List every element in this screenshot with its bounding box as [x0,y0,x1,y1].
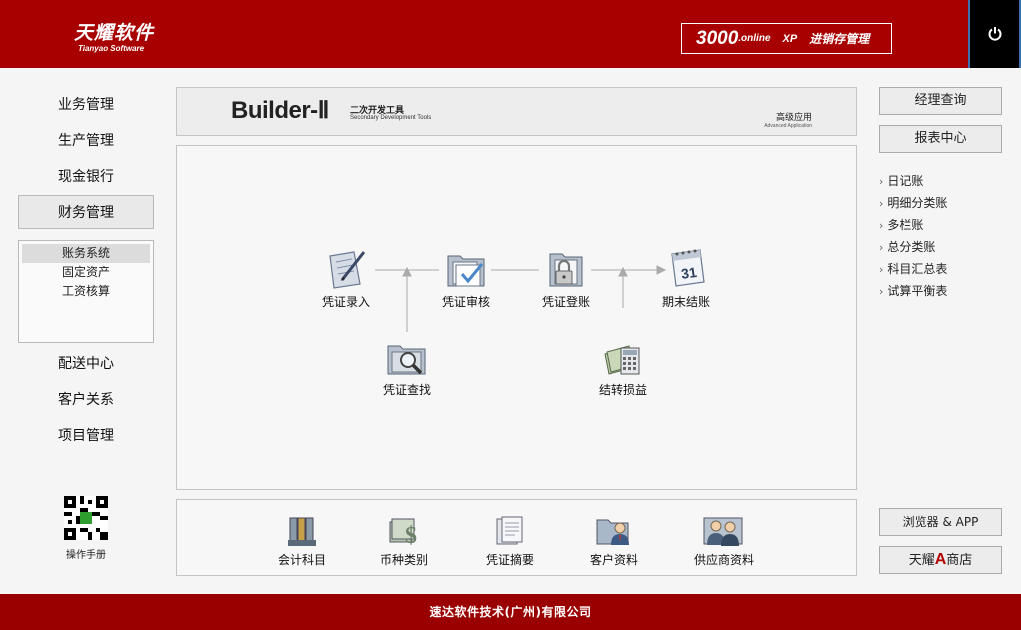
folder-search-icon [387,345,426,375]
nav-item-production[interactable]: 生产管理 [18,124,154,158]
calendar-day: 31 [680,264,698,282]
builder-banner[interactable]: Builder-Ⅱ 二次开发工具 Secondary Development T… [176,87,857,136]
power-button[interactable] [968,0,1021,68]
flow-label-voucher-search: 凭证查找 [382,383,431,397]
flow-connectors [375,265,667,332]
banner-advanced-en: Advanced Application [764,123,812,129]
sub-item-payroll[interactable]: 工资核算 [22,282,150,301]
flow-label-voucher-posting: 凭证登账 [541,295,590,309]
folder-lock-icon [549,253,583,287]
sub-item-fixed-assets[interactable]: 固定资产 [22,263,150,282]
calendar-icon: 31 [671,249,705,287]
customer-icon [596,519,629,545]
tool-label-account-subjects: 会计科目 [277,553,326,567]
chevron-right-icon: › [879,285,884,298]
product-online: .online [738,33,771,44]
power-icon [988,27,1001,41]
shop-suffix: 商店 [946,553,973,568]
folder-check-icon [447,255,485,287]
link-label: 多栏账 [887,218,924,232]
banner-en-subtitle: Secondary Development Tools [350,115,432,121]
link-general-ledger[interactable]: › 总分类账 [879,238,935,255]
logo-text: 天耀软件 [74,22,155,44]
link-label: 明细分类账 [887,196,948,210]
clipboard-pen-icon [329,251,366,289]
nav-item-project[interactable]: 项目管理 [18,419,154,453]
nav-item-business[interactable]: 业务管理 [18,88,154,122]
nav-item-distribution[interactable]: 配送中心 [18,347,154,381]
footer-company: 速达软件技术(广州)有限公司 [0,594,1021,630]
chevron-right-icon: › [879,197,884,210]
chevron-right-icon: › [879,263,884,276]
flow-label-profit-loss-transfer: 结转损益 [598,383,647,397]
base-data-toolbar: 会计科目 $ 币种类别 凭证摘要 客户资料 供应商资料 [176,499,857,576]
link-detail-ledger[interactable]: › 明细分类账 [879,194,947,211]
product-number: 3000 [696,27,739,49]
svg-text:$: $ [405,523,417,548]
tool-label-voucher-summary: 凭证摘要 [485,553,534,567]
chevron-right-icon: › [879,175,884,188]
nav-item-cash-bank[interactable]: 现金银行 [18,160,154,194]
link-label: 日记账 [887,174,924,188]
documents-icon [496,516,523,545]
flow-label-voucher-entry: 凭证录入 [321,295,370,309]
suppliers-icon [703,517,743,546]
link-label: 科目汇总表 [887,262,948,276]
browser-app-button[interactable]: 浏览器 & APP [879,508,1002,536]
product-title-box: 3000 .online XP 进销存管理 [681,23,892,54]
logo-subtext: Tianyao Software [78,44,145,53]
money-calculator-icon [604,345,640,375]
dollar-icon: $ [389,518,417,548]
manager-query-button[interactable]: 经理查询 [879,87,1002,115]
banner-title: Builder-Ⅱ [231,97,329,124]
qr-label: 操作手册 [66,550,106,561]
app-store-button[interactable]: 天耀A商店 [879,546,1002,574]
workflow-area: 凭证录入 凭证审核 凭证登账 31 期末结账 凭证查找 结转损益 [176,145,857,490]
finance-subpanel: 账务系统 固定资产 工资核算 [18,240,154,343]
flow-label-period-close: 期末结账 [661,295,710,309]
tool-currency-types[interactable]: $ 币种类别 [359,514,449,568]
chevron-right-icon: › [879,241,884,254]
product-name: 进销存管理 [809,32,870,46]
flow-node-voucher-posting[interactable]: 凭证登账 [521,246,611,310]
tool-account-subjects[interactable]: 会计科目 [257,514,347,568]
flow-label-voucher-review: 凭证审核 [441,295,490,309]
chevron-right-icon: › [879,219,884,232]
link-label: 试算平衡表 [887,284,948,298]
product-xp: XP [782,32,798,45]
link-label: 总分类账 [887,240,936,254]
link-trial-balance[interactable]: › 试算平衡表 [879,282,947,299]
nav-item-finance[interactable]: 财务管理 [18,195,154,229]
header-bar: 天耀软件 Tianyao Software 3000 .online XP 进销… [0,0,1021,68]
report-center-button[interactable]: 报表中心 [879,125,1002,153]
tool-supplier-data[interactable]: 供应商资料 [674,514,774,568]
tool-voucher-summary[interactable]: 凭证摘要 [465,514,555,568]
qr-code-icon[interactable] [64,496,108,540]
tool-label-currency-types: 币种类别 [379,553,428,567]
tool-label-supplier-data: 供应商资料 [693,553,754,567]
nav-item-customer[interactable]: 客户关系 [18,383,154,417]
flow-node-voucher-search[interactable]: 凭证查找 [362,338,452,398]
banner-advanced-label: 高级应用 [775,113,812,123]
link-subject-summary[interactable]: › 科目汇总表 [879,260,947,277]
shop-logo-letter: A [934,551,947,568]
binders-icon [288,517,316,546]
link-multi-column-ledger[interactable]: › 多栏账 [879,216,923,233]
tool-label-customer-data: 客户资料 [589,553,638,567]
link-journal[interactable]: › 日记账 [879,172,923,189]
tool-customer-data[interactable]: 客户资料 [569,514,659,568]
flow-node-voucher-review[interactable]: 凭证审核 [421,246,511,310]
flow-node-voucher-entry[interactable]: 凭证录入 [301,246,391,310]
shop-prefix: 天耀 [908,553,935,568]
brand-logo: 天耀软件 Tianyao Software [74,18,154,53]
flow-node-profit-loss-transfer[interactable]: 结转损益 [578,338,668,398]
flow-node-period-close[interactable]: 31 期末结账 [641,246,731,310]
sub-item-accounting[interactable]: 账务系统 [22,244,150,263]
